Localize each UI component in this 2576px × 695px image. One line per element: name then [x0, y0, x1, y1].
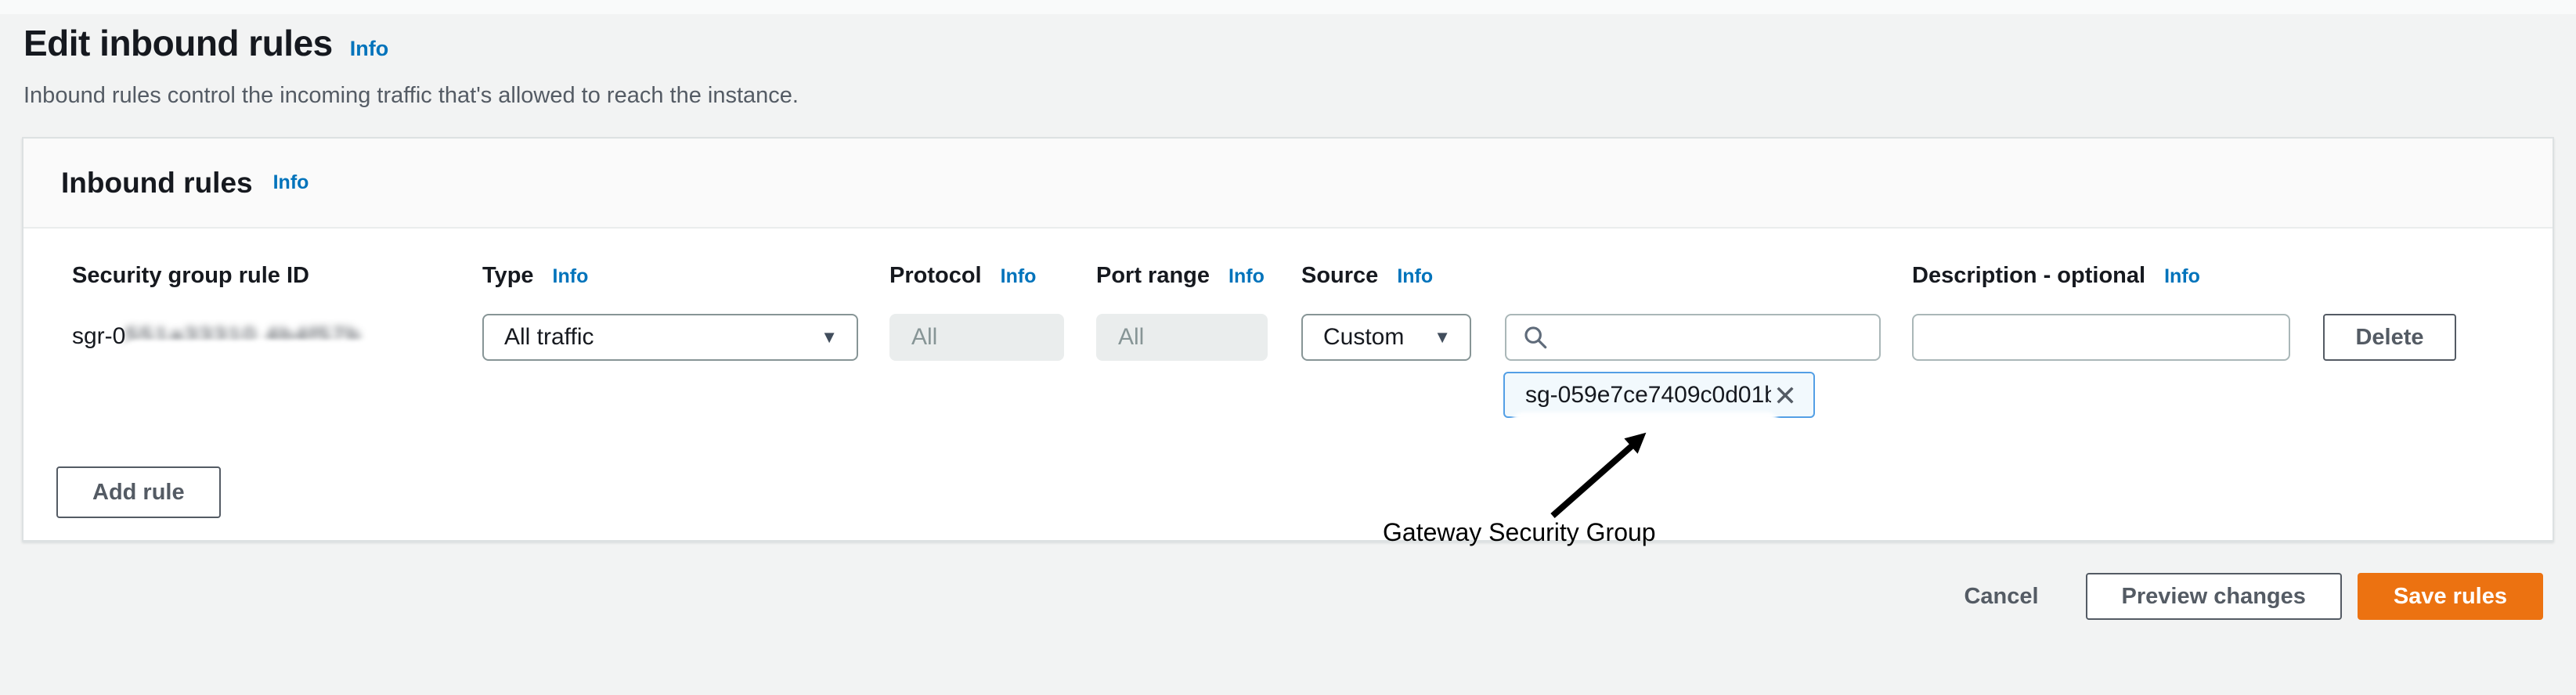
save-rules-button[interactable]: Save rules	[2358, 573, 2543, 620]
type-info-link[interactable]: Info	[553, 265, 589, 288]
description-input[interactable]	[1912, 314, 2290, 361]
column-header-protocol: Protocol Info	[889, 263, 1064, 289]
port-range-field-disabled: All	[1096, 314, 1268, 361]
panel-title: Inbound rules	[61, 167, 253, 200]
page-title: Edit inbound rules	[23, 22, 333, 64]
description-info-link[interactable]: Info	[2164, 265, 2200, 288]
cancel-button[interactable]: Cancel	[1964, 584, 2038, 610]
preview-changes-button[interactable]: Preview changes	[2086, 573, 2342, 620]
column-header-type: Type Info	[482, 263, 858, 289]
panel-info-link[interactable]: Info	[273, 171, 309, 194]
column-header-port-range: Port range Info	[1096, 263, 1268, 289]
footer-actions: Cancel Preview changes Save rules	[0, 573, 2543, 620]
column-header-row: Security group rule ID Type Info Protoco…	[72, 263, 2553, 289]
column-header-source: Source Info	[1301, 263, 1471, 289]
rule-id-redacted-text: 551a33310 4b4f57b	[125, 323, 361, 349]
panel-body: Security group rule ID Type Info Protoco…	[23, 229, 2553, 540]
page-title-info-link[interactable]: Info	[350, 37, 388, 61]
source-info-link[interactable]: Info	[1397, 265, 1433, 288]
column-header-rule-id: Security group rule ID	[72, 263, 482, 289]
column-header-description: Description - optional Info	[1912, 263, 2290, 289]
panel-header: Inbound rules Info	[23, 139, 2553, 229]
inbound-rules-panel: Inbound rules Info Security group rule I…	[22, 137, 2554, 542]
source-type-select-value: Custom	[1323, 324, 1404, 351]
page-header: Edit inbound rules Info Inbound rules co…	[0, 14, 2576, 109]
protocol-field-disabled: All	[889, 314, 1064, 361]
rule-row: sgr-0551a33310 4b4f57b All traffic ▼ All…	[72, 314, 2553, 361]
add-rule-button[interactable]: Add rule	[56, 466, 221, 518]
rule-id-text: sgr-0551a33310 4b4f57b	[72, 314, 482, 350]
source-search-input[interactable]	[1505, 314, 1881, 361]
port-range-info-link[interactable]: Info	[1228, 265, 1265, 288]
security-group-token-label: sg-059e7ce7409c0d01b	[1525, 382, 1771, 409]
page-subtitle: Inbound rules control the incoming traff…	[23, 83, 2553, 109]
chevron-down-icon: ▼	[821, 329, 838, 346]
security-group-token: sg-059e7ce7409c0d01b	[1503, 372, 1815, 418]
rule-id-prefix: sgr-0	[72, 323, 125, 349]
source-type-select[interactable]: Custom ▼	[1301, 314, 1471, 361]
type-select-value: All traffic	[504, 324, 593, 351]
top-strip	[0, 0, 2576, 14]
remove-token-button[interactable]	[1771, 381, 1799, 409]
chevron-down-icon: ▼	[1434, 329, 1451, 346]
type-select[interactable]: All traffic ▼	[482, 314, 858, 361]
close-icon	[1773, 383, 1798, 408]
protocol-info-link[interactable]: Info	[1001, 265, 1037, 288]
delete-rule-button[interactable]: Delete	[2323, 314, 2456, 361]
